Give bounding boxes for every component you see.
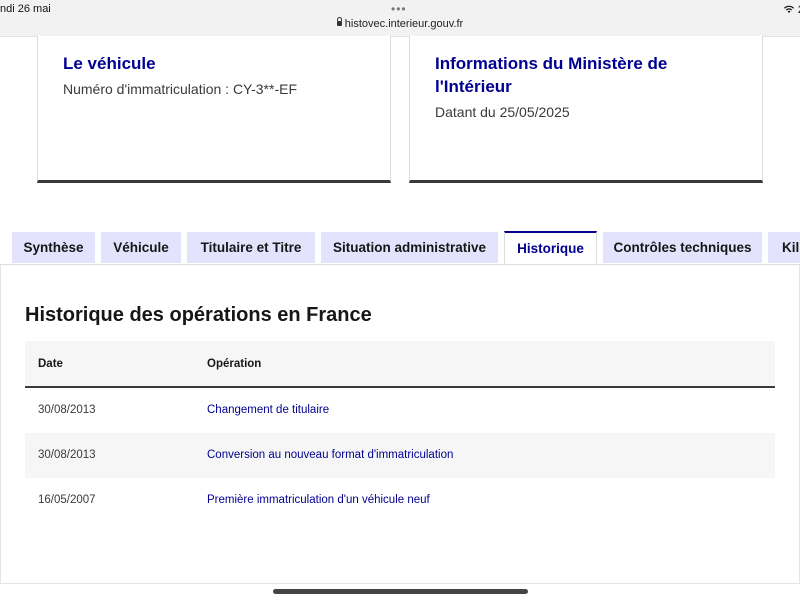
address-bar[interactable]: histovec.interieur.gouv.fr bbox=[0, 17, 800, 30]
tab-kilometrage[interactable]: Kil bbox=[768, 232, 800, 263]
row-operation: Conversion au nouveau format d'immatricu… bbox=[207, 449, 454, 461]
tab-titulaire[interactable]: Titulaire et Titre bbox=[187, 232, 315, 263]
ministry-card-title: Informations du Ministère de l'Intérieur bbox=[435, 52, 667, 98]
ministry-title-line2: l'Intérieur bbox=[435, 77, 512, 96]
tab-controles-techniques[interactable]: Contrôles techniques bbox=[603, 232, 762, 263]
row-date: 30/08/2013 bbox=[38, 404, 96, 416]
more-dots-icon[interactable]: ••• bbox=[391, 2, 407, 16]
tab-historique[interactable]: Historique bbox=[504, 231, 597, 264]
table-row: 30/08/2013 Changement de titulaire bbox=[25, 388, 775, 433]
ministry-title-line1: Informations du Ministère de bbox=[435, 54, 668, 73]
history-title: Historique des opérations en France bbox=[25, 304, 372, 326]
url-text: histovec.interieur.gouv.fr bbox=[344, 18, 464, 30]
table-row: 16/05/2007 Première immatriculation d'un… bbox=[25, 478, 775, 523]
history-table: Date Opération 30/08/2013 Changement de … bbox=[25, 341, 775, 523]
ministry-date-text: Datant du 25/05/2025 bbox=[435, 104, 570, 120]
row-operation: Changement de titulaire bbox=[207, 404, 330, 416]
tab-synthese[interactable]: Synthèse bbox=[12, 232, 95, 263]
plate-number-text: Numéro d'immatriculation : CY-3**-EF bbox=[63, 81, 298, 97]
column-header-operation: Opération bbox=[207, 358, 262, 370]
wifi-icon bbox=[783, 5, 794, 13]
tab-vehicule[interactable]: Véhicule bbox=[101, 232, 181, 263]
ministry-card: Informations du Ministère de l'Intérieur… bbox=[409, 36, 763, 183]
table-row: 30/08/2013 Conversion au nouveau format … bbox=[25, 433, 775, 478]
row-date: 30/08/2013 bbox=[38, 449, 96, 461]
browser-status-bar: ndi 26 mai ••• histovec.interieur.gouv.f… bbox=[0, 0, 800, 37]
table-header: Date Opération bbox=[25, 341, 775, 388]
status-right: 2 bbox=[783, 3, 800, 16]
home-indicator[interactable] bbox=[273, 589, 528, 594]
tab-situation-administrative[interactable]: Situation administrative bbox=[321, 232, 498, 263]
vehicle-card: Le véhicule Numéro d'immatriculation : C… bbox=[37, 36, 391, 183]
row-operation: Première immatriculation d'un véhicule n… bbox=[207, 494, 430, 506]
column-header-date: Date bbox=[38, 358, 63, 370]
status-date: ndi 26 mai bbox=[0, 3, 51, 15]
row-date: 16/05/2007 bbox=[38, 494, 96, 506]
vehicle-card-title: Le véhicule bbox=[63, 54, 156, 73]
tab-bar: Synthèse Véhicule Titulaire et Titre Sit… bbox=[0, 231, 800, 265]
lock-icon bbox=[336, 17, 342, 26]
